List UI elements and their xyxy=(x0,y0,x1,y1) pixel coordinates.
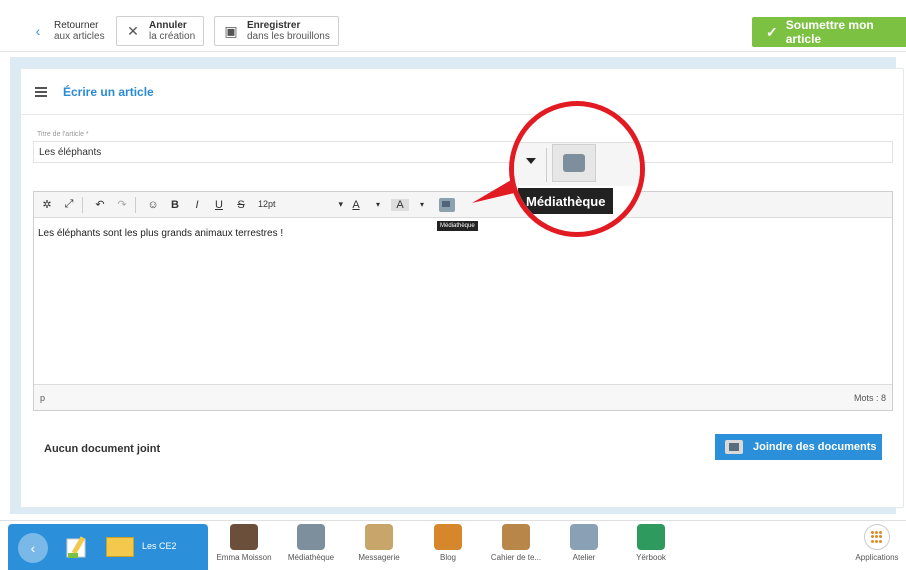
element-path: p xyxy=(40,392,46,403)
bold-icon[interactable]: B xyxy=(166,199,184,211)
floppy-disk-icon: ▣ xyxy=(224,22,238,39)
word-count: Mots : 8 xyxy=(853,392,886,403)
title-field-label: Titre de l'article * xyxy=(37,131,89,138)
mediatheque-icon xyxy=(552,144,596,182)
dock-app-emma-moisson[interactable]: Emma Moisson xyxy=(212,524,276,570)
save-label-2: dans les brouillons xyxy=(247,31,330,42)
no-attachment-label: Aucun document joint xyxy=(44,443,161,455)
class-name: Les CE2 xyxy=(142,541,177,551)
cancel-label-2: la création xyxy=(149,31,196,42)
applications-button[interactable]: Applications xyxy=(848,524,906,570)
page-title: Écrire un article xyxy=(63,84,154,99)
text-color-icon[interactable]: A xyxy=(347,199,365,211)
chevron-down-icon: ▾ xyxy=(338,199,343,209)
zoom-callout: Médiathèque xyxy=(509,101,645,237)
notebook-icon xyxy=(502,524,530,550)
workshop-icon xyxy=(570,524,598,550)
dock-app-blog[interactable]: Blog xyxy=(430,524,466,570)
callout-tooltip: Médiathèque xyxy=(518,188,614,214)
font-size-value: 12pt xyxy=(258,199,276,209)
mediatheque-tooltip: Médiathèque xyxy=(437,221,478,231)
dock-app-label: Yërbook xyxy=(636,553,666,562)
dock-app-mediatheque[interactable]: Médiathèque xyxy=(282,524,340,570)
save-draft-button[interactable]: ▣ Enregistrer dans les brouillons xyxy=(214,16,339,46)
yearbook-icon xyxy=(637,524,665,550)
chevron-left-icon: ‹ xyxy=(35,23,41,39)
card-header: Écrire un article xyxy=(21,69,903,115)
chevron-down-icon[interactable]: ▾ xyxy=(369,200,387,209)
redo-icon[interactable]: ↷ xyxy=(113,198,131,211)
cancel-label-1: Annuler xyxy=(149,20,187,31)
dock-app-label: Atelier xyxy=(572,553,596,562)
check-icon: ✓ xyxy=(766,23,778,40)
editor-statusbar: p Mots : 8 xyxy=(34,384,892,410)
dock-app-cahier-de-textes[interactable]: Cahier de te... xyxy=(484,524,548,570)
font-size-select[interactable]: 12pt ▾ xyxy=(258,199,343,210)
submit-article-button[interactable]: ✓ Soumettre mon article xyxy=(752,17,906,47)
dock-app-messagerie[interactable]: Messagerie xyxy=(352,524,406,570)
dock-app-atelier[interactable]: Atelier xyxy=(564,524,604,570)
attach-label: Joindre des documents xyxy=(753,441,877,453)
italic-icon[interactable]: I xyxy=(188,199,206,211)
chevron-down-icon[interactable]: ▾ xyxy=(413,200,431,209)
dock-app-label: Emma Moisson xyxy=(216,553,272,562)
back-label-1: Retourner xyxy=(54,20,99,31)
save-label-1: Enregistrer xyxy=(247,20,301,31)
dock-app-label: Blog xyxy=(439,553,456,562)
emoji-icon[interactable]: ☺ xyxy=(144,199,162,211)
class-board-icon xyxy=(106,537,134,557)
hamburger-menu-icon[interactable] xyxy=(35,86,47,97)
mediatheque-icon xyxy=(725,440,743,454)
close-icon: ✕ xyxy=(127,22,139,39)
submit-label: Soumettre mon article xyxy=(785,18,874,46)
chevron-left-icon: ‹ xyxy=(30,540,36,556)
back-label-2: aux articles xyxy=(54,31,105,42)
editor-toolbar: ✲ ⤢ ↶ ↷ ☺ B I U S 12pt ▾ A ▾ A ▾ xyxy=(34,192,892,218)
mediatheque-icon xyxy=(297,524,325,550)
envelope-icon xyxy=(365,524,393,550)
applications-label: Applications xyxy=(855,553,899,562)
undo-icon[interactable]: ↶ xyxy=(91,198,109,211)
caret-down-icon xyxy=(526,158,536,164)
dock-app-label: Médiathèque xyxy=(287,553,335,562)
back-circle-button[interactable]: ‹ xyxy=(18,533,48,563)
elephant-avatar-icon xyxy=(230,524,258,550)
editor-content[interactable]: Les éléphants sont les plus grands anima… xyxy=(34,218,892,384)
apps-grid-icon xyxy=(864,524,890,550)
strikethrough-icon[interactable]: S xyxy=(232,199,250,211)
blog-icon xyxy=(434,524,462,550)
back-to-articles-button[interactable]: ‹ Retourner aux articles xyxy=(30,16,105,46)
dock-app-yerbook[interactable]: Yërbook xyxy=(628,524,674,570)
highlight-color-icon[interactable]: A xyxy=(391,198,409,211)
attach-documents-button[interactable]: Joindre des documents xyxy=(715,434,882,460)
mediatheque-icon[interactable] xyxy=(439,197,455,212)
dock-app-label: Messagerie xyxy=(358,553,400,562)
pencil-paper-icon xyxy=(66,536,86,558)
article-title-input[interactable]: Les éléphants xyxy=(33,141,893,163)
underline-icon[interactable]: U xyxy=(210,199,228,211)
cancel-creation-button[interactable]: ✕ Annuler la création xyxy=(116,16,205,46)
fullscreen-icon[interactable]: ⤢ xyxy=(60,198,78,211)
dock-app-label: Cahier de te... xyxy=(490,553,542,562)
settings-gear-icon[interactable]: ✲ xyxy=(38,198,56,211)
